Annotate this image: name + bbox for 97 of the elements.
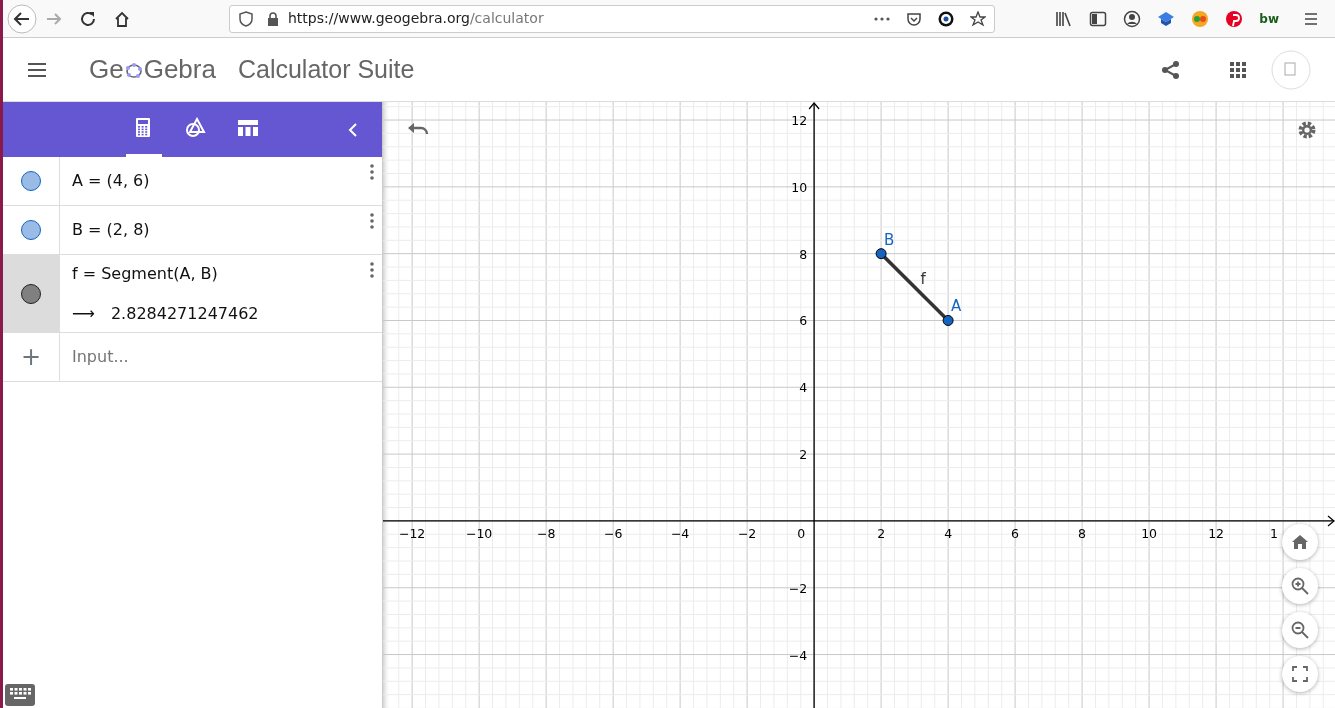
tick-label: −4	[788, 647, 808, 663]
tick-label: 1	[1270, 525, 1278, 541]
share-button[interactable]	[1161, 59, 1181, 80]
definition-text: A = (4, 6)	[72, 170, 151, 192]
menu-icon	[1303, 10, 1319, 27]
pin-button[interactable]	[1225, 9, 1244, 28]
point-label: B	[884, 230, 895, 249]
keyboard-icon	[5, 684, 35, 706]
tick-label: 2	[799, 447, 808, 463]
account-icon	[1123, 9, 1142, 28]
star-button[interactable]	[970, 10, 986, 27]
reload-icon	[79, 9, 97, 28]
home-icon	[113, 9, 131, 28]
output-arrow: ⟶	[72, 302, 95, 325]
zoom-out-button[interactable]	[1282, 612, 1318, 648]
home-icon	[1291, 533, 1309, 551]
back-icon	[7, 3, 37, 34]
keyboard-button[interactable]	[5, 684, 35, 706]
zoom-in-icon	[1291, 577, 1309, 595]
tick-label: 12	[791, 113, 808, 129]
zoom-in-button[interactable]	[1282, 568, 1318, 604]
sidebar-icon	[1089, 9, 1108, 28]
logo-text: Gebra	[143, 53, 216, 86]
tick-label: −2	[737, 525, 757, 541]
menu-button[interactable]	[1303, 10, 1319, 27]
more-button[interactable]	[370, 262, 374, 278]
more-button[interactable]	[370, 213, 374, 229]
tick-label: −4	[670, 525, 690, 541]
shield-icon	[238, 10, 254, 27]
lock-icon	[266, 10, 280, 27]
tick-label: 8	[799, 246, 808, 262]
tick-label: 6	[1011, 525, 1020, 541]
url-text: https://www.geogebra.org/calculator	[288, 9, 544, 28]
home-button[interactable]	[1282, 524, 1318, 560]
visibility-toggle[interactable]	[21, 283, 41, 304]
tick-label: −12	[398, 525, 426, 541]
point-label: A	[951, 297, 962, 316]
reload-button[interactable]	[79, 9, 97, 28]
more-vertical-icon	[370, 164, 374, 180]
more-button[interactable]	[370, 164, 374, 180]
chevron-left-icon	[348, 122, 358, 137]
apps-button[interactable]	[1229, 60, 1247, 79]
star-icon	[970, 10, 986, 27]
pin-icon	[1225, 9, 1244, 28]
definition-text: f = Segment(A, B)	[72, 262, 219, 285]
triangle-circle-icon	[185, 117, 207, 139]
extension-button[interactable]: bw	[1259, 9, 1279, 28]
tick-label: −2	[788, 580, 808, 596]
visibility-toggle[interactable]	[21, 171, 41, 191]
tick-label: 4	[944, 525, 953, 541]
tick-label: 10	[791, 179, 808, 195]
sidebar-button[interactable]	[1089, 9, 1108, 28]
add-icon[interactable]: +	[20, 339, 42, 375]
tick-label: −6	[603, 525, 623, 541]
fullscreen-icon	[1291, 665, 1309, 683]
tick-label: 4	[799, 380, 808, 396]
more-vertical-icon	[370, 213, 374, 229]
tick-label: 12	[1208, 525, 1225, 541]
definition-text: B = (2, 8)	[72, 219, 151, 241]
point[interactable]	[942, 315, 954, 326]
back-button[interactable]	[7, 3, 37, 34]
settings-icon	[1297, 120, 1317, 140]
account-button[interactable]	[1123, 9, 1142, 28]
tick-label: −10	[465, 525, 493, 541]
more-icon	[874, 16, 890, 21]
menu-icon	[27, 61, 47, 78]
menu-button[interactable]	[27, 61, 47, 78]
origin-label: 0	[797, 525, 806, 541]
home-button[interactable]	[113, 9, 131, 28]
graduation-cap-icon	[1157, 9, 1176, 28]
segment-label: f	[920, 270, 926, 289]
more-vertical-icon	[370, 262, 374, 278]
collapse-button[interactable]	[348, 122, 358, 137]
apps-grid-icon	[1229, 60, 1247, 79]
avatar-icon	[1271, 49, 1311, 90]
graduation-cap-button[interactable]	[1157, 9, 1176, 28]
app-title: Calculator Suite	[237, 53, 415, 85]
share-icon	[1161, 59, 1181, 80]
tick-label: 6	[799, 313, 808, 329]
tick-label: 10	[1141, 525, 1158, 541]
pocket-button[interactable]	[906, 10, 922, 27]
library-button[interactable]	[1055, 9, 1074, 28]
pocket-icon	[906, 10, 922, 27]
tick-label: −8	[536, 525, 556, 541]
table-icon	[237, 117, 259, 139]
tick-label: 2	[877, 525, 886, 541]
fullscreen-button[interactable]	[1282, 656, 1318, 692]
more-button[interactable]	[874, 16, 890, 21]
point[interactable]	[875, 248, 887, 260]
tick-label: 8	[1078, 525, 1087, 541]
url-field[interactable]: https://www.geogebra.org/calculator	[229, 4, 995, 33]
library-icon	[1055, 9, 1074, 28]
logo-text: Ge	[89, 53, 124, 86]
zoom-out-icon	[1291, 621, 1309, 639]
output-value: 2.8284271247462	[110, 302, 259, 325]
settings-button[interactable]	[1297, 120, 1317, 140]
visibility-toggle[interactable]	[21, 220, 41, 240]
